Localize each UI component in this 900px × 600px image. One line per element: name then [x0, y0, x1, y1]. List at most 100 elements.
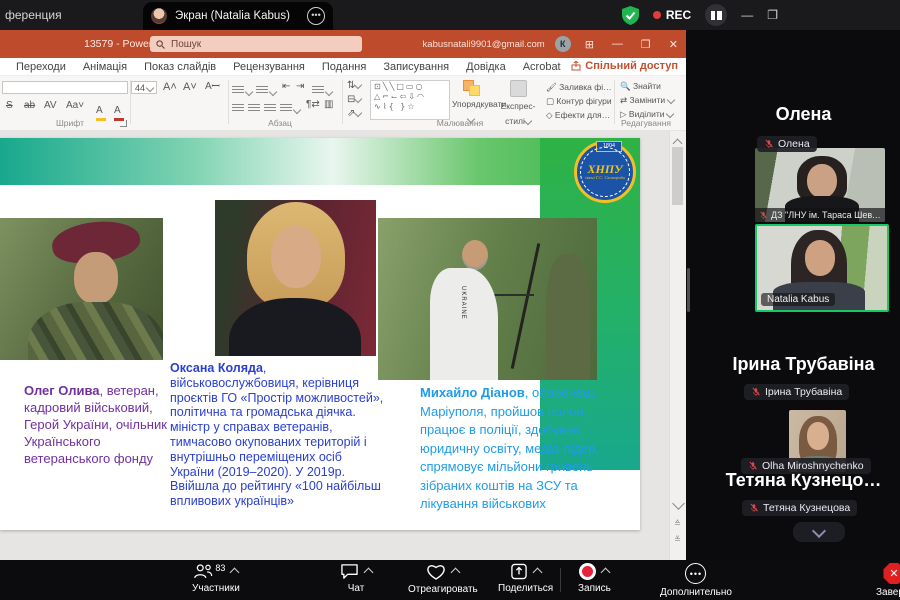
previous-slide-icon[interactable]: ≙ [674, 519, 681, 528]
align-left-icon[interactable] [232, 100, 244, 118]
align-center-icon[interactable] [248, 100, 260, 118]
change-case-icon[interactable]: Aa˅ [66, 100, 84, 111]
screen-share-tab[interactable]: Экран (Natalia Kabus) ••• [143, 2, 333, 30]
text-direction-stack-icon[interactable]: ⇅ [347, 80, 361, 91]
chat-chevron-icon[interactable] [364, 568, 374, 578]
speaker-heading-iryna: Ірина Трубавіна [716, 354, 891, 375]
rec-label: REC [666, 8, 691, 22]
photo-mykhailo-dianov: UKRAINE [378, 218, 597, 380]
head [462, 240, 488, 270]
end-meeting-button[interactable]: ✕ Заверш [876, 563, 900, 598]
share-screen-button[interactable]: Поделиться [498, 563, 553, 594]
ribbon-tab-slideshow[interactable]: Показ слайдів [144, 61, 216, 73]
decrease-indent-icon[interactable]: ⇤ [282, 81, 290, 92]
conference-tab-partial[interactable]: ференция [5, 8, 62, 22]
kerning-icon[interactable]: AV [44, 100, 57, 111]
justify-icon[interactable] [280, 100, 300, 118]
ribbon-tab-animation[interactable]: Анімація [83, 61, 127, 73]
strikethrough-icon[interactable]: S [6, 100, 13, 111]
chat-button[interactable]: Чат [340, 563, 372, 594]
columns-icon[interactable]: ▥ [324, 99, 333, 110]
participants-sidebar: Олена ДЗ "ЛНУ ім. Тараса Шевч… [686, 30, 900, 560]
participants-chevron-icon[interactable] [230, 568, 240, 578]
meeting-toolbar: 83 Участники Чат Отреагировать [0, 560, 900, 600]
ribbon-tab-recording[interactable]: Записування [383, 61, 449, 73]
vertical-scroll-thumb[interactable] [672, 147, 683, 205]
ribbon-tab-help[interactable]: Довідка [466, 61, 506, 73]
react-button[interactable]: Отреагировать [408, 563, 478, 595]
ppt-close-icon[interactable]: ✕ [665, 38, 682, 51]
increase-indent-icon[interactable]: ⇥ [296, 81, 304, 92]
ribbon-tab-view[interactable]: Подання [322, 61, 366, 73]
numbering-icon[interactable] [256, 82, 276, 100]
share-arrow-icon [571, 61, 581, 71]
collapse-videos-button[interactable] [793, 522, 845, 542]
ribbon-tab-review[interactable]: Рецензування [233, 61, 305, 73]
video-tile-natalia-kabus[interactable]: Natalia Kabus [755, 224, 889, 312]
video-tile-olena[interactable]: ДЗ "ЛНУ ім. Тараса Шевч… [755, 148, 885, 222]
text-mykhailo-dianov[interactable]: Михайло Діанов, оборонець Маріуполя, про… [420, 384, 616, 514]
security-shield-icon [622, 6, 639, 25]
shirt-text: UKRAINE [460, 286, 466, 320]
font-size-combo[interactable]: 44 [131, 81, 157, 94]
ribbon-tab-transitions[interactable]: Переходи [16, 61, 66, 73]
bullets-icon[interactable] [232, 82, 252, 100]
ribbon-tab-acrobat[interactable]: Acrobat [523, 61, 561, 73]
replace-button[interactable]: ⇄ Замінити [620, 95, 678, 106]
shape-outline-button[interactable]: ▢ Контур фігури [546, 96, 612, 107]
find-button[interactable]: 🔍 Знайти [620, 81, 678, 92]
tile-natalia-label: Natalia Kabus [761, 293, 835, 306]
badge-olena: Олена [757, 136, 817, 152]
account-email[interactable]: kabusnatali9901@gmail.com [423, 39, 545, 50]
jacket [229, 298, 361, 356]
record-chevron-icon[interactable] [601, 568, 611, 578]
shape-effects-button[interactable]: ◇ Ефекти для фігур [546, 110, 612, 121]
share-chevron-icon[interactable] [533, 568, 543, 578]
gallery-view-icon[interactable] [705, 4, 727, 26]
account-avatar[interactable]: К [555, 36, 571, 52]
sidebar-scrollbar[interactable] [687, 268, 690, 312]
arrange-button[interactable]: Упорядкувати [452, 80, 490, 120]
titlebar-right-controls: kabusnatali9901@gmail.com К ⊞ — ❐ ✕ [423, 30, 682, 58]
shrink-font-icon[interactable]: A˅ [183, 81, 197, 93]
toolbar-divider [560, 568, 561, 592]
slide[interactable]: 1804 ХНПУ імені Г.С. Сковороди [0, 138, 640, 530]
share-button[interactable]: Спільний доступ [571, 60, 678, 72]
text-direction-icon[interactable]: ¶⇄ [306, 99, 320, 110]
scroll-down-icon[interactable] [672, 497, 685, 510]
clear-formatting-icon[interactable]: A𝄩 [205, 81, 220, 92]
shape-gallery[interactable]: ⊡╲╲□▭○ △⌐⌙⇦⇩◠ ∿⌇{ }☆ [370, 80, 450, 120]
more-button[interactable]: ••• Дополнительно [660, 563, 732, 598]
next-slide-icon[interactable]: ≚ [674, 535, 681, 544]
font-dialog-launcher-icon[interactable] [120, 120, 127, 127]
record-button[interactable]: Запись [578, 563, 611, 594]
smartart-convert-icon[interactable]: ⇗ [347, 108, 361, 119]
grow-font-icon[interactable]: A˄ [163, 81, 177, 93]
conference-minimize-icon[interactable]: — [741, 8, 753, 22]
ppt-restore-icon[interactable]: ❐ [637, 38, 655, 51]
font-color-icon[interactable]: A [114, 100, 124, 121]
slide-canvas-area: 1804 ХНПУ імені Г.С. Сковороди [0, 130, 686, 565]
person2-name: Оксана Коляда [170, 361, 263, 375]
quick-styles-button[interactable]: Експрес- стилі [496, 80, 540, 122]
powerpoint-search-box[interactable] [150, 36, 362, 52]
tile-olena-bottom-label: ДЗ "ЛНУ ім. Тараса Шевч… [755, 208, 885, 222]
react-chevron-icon[interactable] [451, 568, 461, 578]
text-oksana-koliada[interactable]: Оксана Коляда, військовослужбовиця, кері… [170, 361, 384, 509]
participants-button[interactable]: 83 Участники [192, 563, 240, 594]
align-text-stack-icon[interactable]: ⊟ [347, 94, 361, 105]
double-strike-icon[interactable]: ab [24, 100, 35, 111]
ribbon-display-options-icon[interactable]: ⊞ [581, 38, 598, 51]
align-right-icon[interactable] [264, 100, 276, 118]
conference-restore-icon[interactable]: ❐ [767, 8, 778, 22]
ppt-minimize-icon[interactable]: — [608, 38, 627, 50]
shape-fill-button[interactable]: 🖌 Заливка фігури [546, 82, 612, 93]
line-spacing-icon[interactable] [312, 82, 332, 100]
vertical-scrollbar[interactable]: ≙ ≚ [669, 131, 686, 565]
font-name-combo[interactable] [2, 81, 128, 94]
tab-options-icon[interactable]: ••• [307, 7, 325, 25]
text-oleh-olyva[interactable]: Олег Олива, ветеран, кадровий військовий… [24, 382, 182, 467]
search-input[interactable] [169, 38, 356, 51]
logo-subtitle: імені Г.С. Сковороди [585, 175, 625, 181]
drawing-group-label: Малювання [420, 118, 500, 128]
